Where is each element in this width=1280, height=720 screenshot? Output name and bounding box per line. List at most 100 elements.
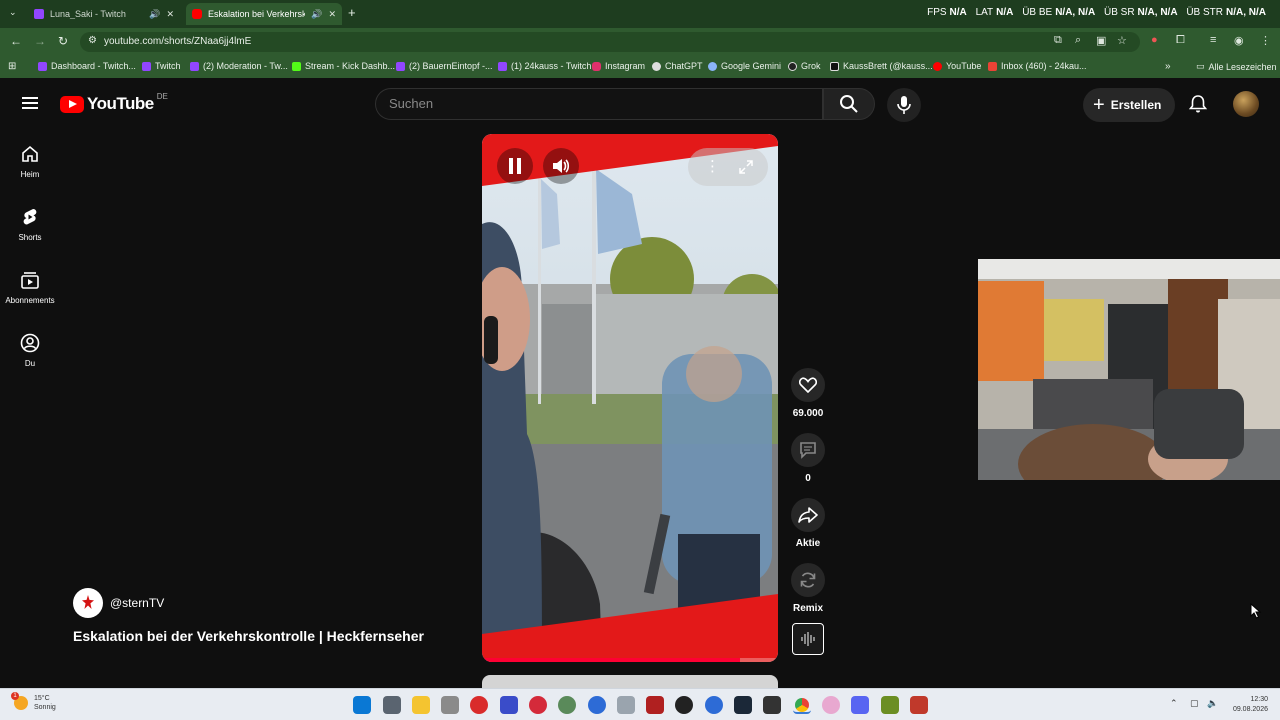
shorts-video-player[interactable]: ⋮	[482, 134, 778, 662]
app-icon[interactable]	[822, 696, 840, 714]
app-icon[interactable]	[558, 696, 576, 714]
zoom-icon[interactable]: ⌕	[1075, 34, 1081, 47]
share-button[interactable]: Aktie	[788, 498, 828, 549]
bookmark-favicon-icon	[498, 61, 507, 71]
mouse-app-icon[interactable]	[441, 696, 459, 714]
account-avatar[interactable]	[1233, 91, 1259, 117]
bookmark-item[interactable]: Grok	[788, 61, 821, 71]
new-tab-button[interactable]: +	[348, 5, 356, 20]
forward-button[interactable]: →	[34, 34, 46, 48]
next-short-preview[interactable]	[482, 675, 778, 689]
sound-waveform-icon	[801, 632, 815, 646]
site-info-icon[interactable]: ⚙	[88, 35, 97, 46]
app-icon[interactable]	[705, 696, 723, 714]
video-progress-fill	[482, 658, 740, 662]
channel-info[interactable]: @sternTV	[73, 588, 164, 618]
tab-close-icon[interactable]: ✕	[166, 9, 174, 20]
app-icon[interactable]	[470, 696, 488, 714]
youtube-logo[interactable]: YouTube DE	[60, 92, 168, 114]
tab-youtube-short[interactable]: Eskalation bei Verkehrskontrolle 🔊 ✕	[186, 3, 342, 25]
bookmark-item[interactable]: YouTube	[933, 61, 981, 71]
app-icon[interactable]	[588, 696, 606, 714]
chrome-icon[interactable]	[793, 696, 811, 714]
file-explorer-icon[interactable]	[412, 696, 430, 714]
profile-icon[interactable]: ◉	[1234, 34, 1244, 47]
bookmark-item[interactable]: Stream - Kick Dashb...	[292, 61, 395, 71]
start-icon[interactable]	[353, 696, 371, 714]
share-icon	[798, 507, 818, 523]
app-icon[interactable]	[763, 696, 781, 714]
calculator-icon[interactable]	[383, 696, 401, 714]
bookmark-item[interactable]: Twitch	[142, 61, 181, 71]
translate-icon[interactable]: ⧉	[1054, 34, 1062, 47]
fullscreen-icon[interactable]	[738, 159, 754, 175]
more-options-icon[interactable]: ⋮	[705, 157, 720, 175]
discord-icon[interactable]	[851, 696, 869, 714]
weather-sun-icon: 1	[11, 692, 28, 710]
bookmark-star-icon[interactable]: ☆	[1117, 34, 1127, 47]
tab-twitch[interactable]: Luna_Saki - Twitch 🔊 ✕	[28, 3, 180, 25]
hamburger-menu-icon[interactable]	[22, 97, 38, 109]
app-icon[interactable]	[910, 696, 928, 714]
speaker-icon[interactable]: 🔈	[1207, 698, 1218, 709]
app-icon[interactable]	[881, 696, 899, 714]
bookmark-item[interactable]: Google Gemini	[708, 61, 781, 71]
extension-icon[interactable]: ●	[1151, 34, 1158, 46]
guide-item-shorts[interactable]: Shorts	[0, 207, 60, 242]
app-icon[interactable]	[646, 696, 664, 714]
channel-avatar[interactable]	[73, 588, 103, 618]
app-icon[interactable]	[617, 696, 635, 714]
browser-menu-icon[interactable]: ⋮	[1260, 34, 1271, 47]
bookmark-item[interactable]: ChatGPT	[652, 61, 703, 71]
tray-overflow-icon[interactable]: ⌃	[1170, 698, 1178, 709]
guide-item-home[interactable]: Heim	[0, 144, 60, 179]
bookmark-item[interactable]: Instagram	[592, 61, 645, 71]
weather-widget[interactable]: 1 15°C Sonnig	[11, 692, 56, 712]
bookmark-favicon-icon	[396, 61, 405, 71]
notifications-bell-icon[interactable]	[1188, 94, 1208, 114]
bookmark-item[interactable]: (2) BauernEintopf -...	[396, 61, 493, 71]
bookmark-item[interactable]: Inbox (460) - 24kau...	[988, 61, 1087, 71]
guide-item-you[interactable]: Du	[0, 333, 60, 368]
comments-button[interactable]: 0	[788, 433, 828, 484]
bookmark-item[interactable]: Dashboard - Twitch...	[38, 61, 136, 71]
bookmark-item[interactable]: (2) Moderation - Tw...	[190, 61, 288, 71]
video-progress-bar[interactable]	[482, 658, 778, 662]
pause-button[interactable]	[497, 148, 533, 184]
reload-button[interactable]: ↻	[58, 34, 68, 48]
search-button[interactable]	[823, 88, 875, 120]
tab-audio-icon[interactable]: 🔊	[149, 9, 160, 20]
guide-item-subscriptions[interactable]: Abonnements	[0, 270, 60, 305]
tab-audio-icon[interactable]: 🔊	[311, 9, 322, 20]
video-title[interactable]: Eskalation bei der Verkehrskontrolle | H…	[73, 628, 424, 644]
tab-list-chevron-icon[interactable]: ⌄	[9, 7, 17, 18]
system-clock[interactable]: 12:30 09.08.2026	[1233, 695, 1268, 715]
app-icon[interactable]	[529, 696, 547, 714]
cast-icon[interactable]: ▣	[1096, 34, 1106, 47]
original-sound-button[interactable]	[792, 623, 824, 655]
vivaldi-icon[interactable]	[500, 696, 518, 714]
tab-close-icon[interactable]: ✕	[328, 9, 336, 20]
extensions-puzzle-icon[interactable]: ⧠	[1176, 34, 1185, 47]
back-button[interactable]: ←	[10, 34, 22, 48]
all-bookmarks-button[interactable]: ▭ Alle Lesezeichen	[1196, 61, 1277, 72]
steam-icon[interactable]	[734, 696, 752, 714]
network-icon[interactable]: ▢	[1190, 698, 1199, 709]
tab-search-icon[interactable]: ≡	[1210, 34, 1216, 46]
volume-button[interactable]	[543, 148, 579, 184]
bookmark-item[interactable]: (1) 24kauss - Twitch	[498, 61, 591, 71]
search-input[interactable]: Suchen	[375, 88, 823, 120]
obs-icon[interactable]	[675, 696, 693, 714]
browser-address-bar: ← → ↻ ⚙ youtube.com/shorts/ZNaa6jj4lmE ⧉…	[0, 28, 1280, 56]
bookmarks-overflow-button[interactable]: »	[1165, 61, 1171, 72]
windows-taskbar: 1 15°C Sonnig ⌃ ▢ 🔈 12:30 09.08.2026	[0, 688, 1280, 720]
voice-search-button[interactable]	[887, 88, 921, 122]
url-field[interactable]: ⚙ youtube.com/shorts/ZNaa6jj4lmE	[80, 32, 1140, 52]
channel-handle[interactable]: @sternTV	[110, 596, 164, 610]
remix-label: Remix	[792, 603, 823, 614]
apps-grid-icon[interactable]: ⊞	[8, 61, 16, 72]
like-button[interactable]: 69.000	[788, 368, 828, 419]
create-button[interactable]: + Erstellen	[1083, 88, 1175, 122]
bookmark-item[interactable]: KaussBrett (@kauss...	[830, 61, 933, 71]
remix-button[interactable]: Remix	[788, 563, 828, 614]
